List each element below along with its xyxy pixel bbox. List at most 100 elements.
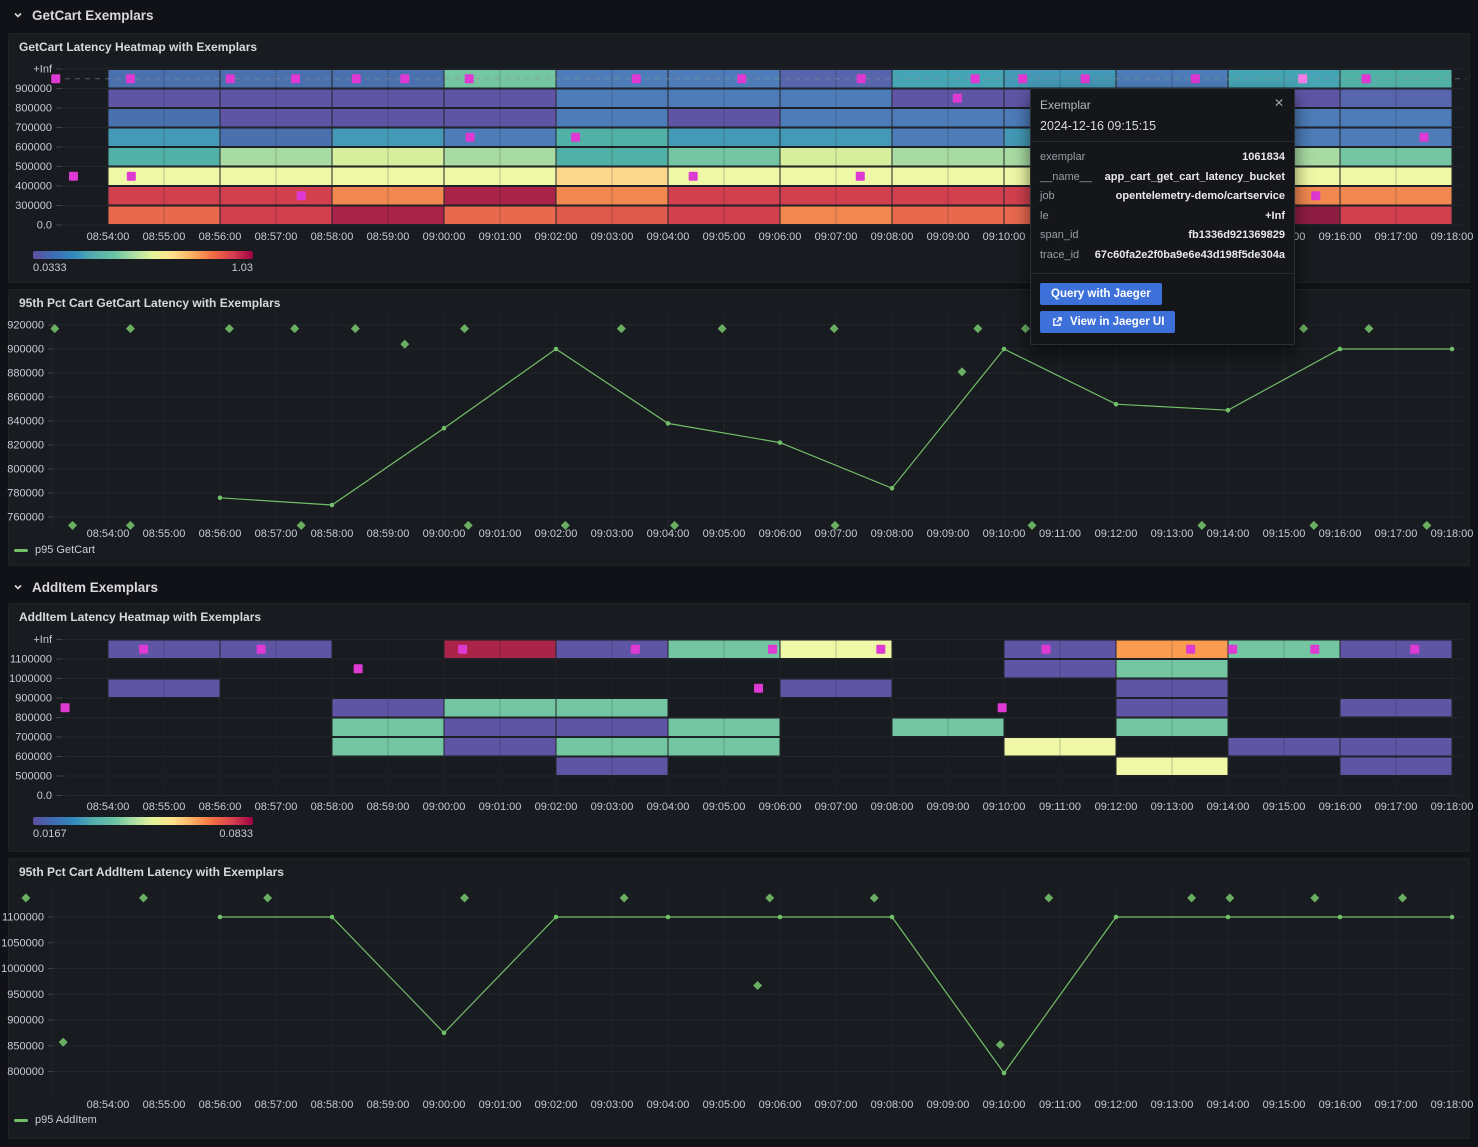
exemplar-marker[interactable]: [352, 74, 361, 83]
exemplar-diamond[interactable]: [765, 893, 774, 902]
exemplar-diamond[interactable]: [263, 893, 272, 902]
exemplar-marker[interactable]: [876, 645, 885, 654]
button-label: Query with Jaeger: [1051, 288, 1151, 300]
data-point[interactable]: [330, 503, 335, 508]
tooltip-row: jobopentelemetry-demo/cartservice: [1040, 187, 1285, 207]
exemplar-marker[interactable]: [754, 684, 763, 693]
legend-p95-getcart[interactable]: p95 GetCart: [14, 544, 95, 556]
data-point[interactable]: [218, 496, 223, 501]
data-point[interactable]: [442, 1031, 447, 1036]
exemplar-marker[interactable]: [354, 664, 363, 673]
query-with-jaeger-button[interactable]: Query with Jaeger: [1040, 283, 1162, 305]
exemplar-diamond[interactable]: [1197, 521, 1206, 530]
exemplar-diamond[interactable]: [620, 893, 629, 902]
exemplar-diamond[interactable]: [68, 521, 77, 530]
exemplar-diamond[interactable]: [297, 521, 306, 530]
data-point[interactable]: [778, 915, 783, 920]
exemplar-marker[interactable]: [257, 645, 266, 654]
exemplar-marker[interactable]: [297, 191, 306, 200]
exemplar-diamond[interactable]: [1309, 521, 1318, 530]
exemplar-diamond[interactable]: [1398, 893, 1407, 902]
exemplar-marker[interactable]: [571, 133, 580, 142]
exemplar-diamond[interactable]: [870, 893, 879, 902]
data-point[interactable]: [890, 486, 895, 491]
exemplar-marker-selected[interactable]: [1298, 74, 1307, 83]
legend-p95-additem[interactable]: p95 AddItem: [14, 1114, 97, 1126]
data-point[interactable]: [554, 915, 559, 920]
exemplar-diamond[interactable]: [1225, 893, 1234, 902]
exemplar-diamond[interactable]: [1187, 893, 1196, 902]
data-point[interactable]: [1114, 402, 1119, 407]
exemplar-marker[interactable]: [689, 172, 698, 181]
exemplar-marker[interactable]: [400, 74, 409, 83]
exemplar-diamond[interactable]: [753, 981, 762, 990]
exemplar-diamond[interactable]: [400, 340, 409, 349]
exemplar-diamond[interactable]: [996, 1040, 1005, 1049]
exemplar-marker[interactable]: [631, 645, 640, 654]
exemplar-diamond[interactable]: [1310, 893, 1319, 902]
data-point[interactable]: [1450, 915, 1455, 920]
exemplar-marker[interactable]: [1310, 645, 1319, 654]
exemplar-marker[interactable]: [61, 703, 70, 712]
exemplar-diamond[interactable]: [1044, 893, 1053, 902]
exemplar-marker[interactable]: [126, 74, 135, 83]
exemplar-marker[interactable]: [1186, 645, 1195, 654]
data-point[interactable]: [1002, 347, 1007, 352]
exemplar-diamond[interactable]: [21, 893, 30, 902]
exemplar-marker[interactable]: [465, 74, 474, 83]
exemplar-marker[interactable]: [291, 74, 300, 83]
exemplar-marker[interactable]: [139, 645, 148, 654]
legend-label[interactable]: p95 GetCart: [35, 544, 95, 556]
exemplar-marker[interactable]: [69, 172, 78, 181]
data-point[interactable]: [666, 915, 671, 920]
exemplar-marker[interactable]: [857, 74, 866, 83]
data-point[interactable]: [1114, 915, 1119, 920]
exemplar-marker[interactable]: [1362, 74, 1371, 83]
exemplar-marker[interactable]: [466, 133, 475, 142]
exemplar-marker[interactable]: [971, 74, 980, 83]
exemplar-marker[interactable]: [1228, 645, 1237, 654]
data-point[interactable]: [1338, 347, 1343, 352]
exemplar-marker[interactable]: [1081, 74, 1090, 83]
data-point[interactable]: [1226, 915, 1231, 920]
data-point[interactable]: [442, 426, 447, 431]
data-point[interactable]: [554, 347, 559, 352]
exemplar-marker[interactable]: [1191, 74, 1200, 83]
exemplar-marker[interactable]: [632, 74, 641, 83]
exemplar-marker[interactable]: [1410, 645, 1419, 654]
data-point[interactable]: [330, 915, 335, 920]
exemplar-marker[interactable]: [1018, 74, 1027, 83]
exemplar-marker[interactable]: [458, 645, 467, 654]
exemplar-marker[interactable]: [737, 74, 746, 83]
svg-text:09:14:00: 09:14:00: [1207, 528, 1250, 540]
exemplar-marker[interactable]: [856, 172, 865, 181]
data-point[interactable]: [1338, 915, 1343, 920]
data-point[interactable]: [1226, 408, 1231, 413]
exemplar-diamond[interactable]: [957, 367, 966, 376]
svg-text:09:10:00: 09:10:00: [983, 231, 1026, 243]
exemplar-marker[interactable]: [51, 74, 60, 83]
data-point[interactable]: [1002, 1071, 1007, 1076]
exemplar-marker[interactable]: [1311, 191, 1320, 200]
data-point[interactable]: [218, 915, 223, 920]
data-point[interactable]: [778, 440, 783, 445]
exemplar-marker[interactable]: [226, 74, 235, 83]
exemplar-marker[interactable]: [998, 703, 1007, 712]
exemplar-marker[interactable]: [127, 172, 136, 181]
data-point[interactable]: [1450, 347, 1455, 352]
exemplar-marker[interactable]: [768, 645, 777, 654]
exemplar-diamond[interactable]: [139, 893, 148, 902]
legend-label[interactable]: p95 AddItem: [35, 1114, 97, 1126]
close-icon[interactable]: ✕: [1272, 96, 1286, 110]
svg-text:09:15:00: 09:15:00: [1263, 528, 1306, 540]
exemplar-marker[interactable]: [1420, 133, 1429, 142]
exemplar-marker[interactable]: [1042, 645, 1051, 654]
data-point[interactable]: [890, 915, 895, 920]
exemplar-diamond[interactable]: [460, 893, 469, 902]
exemplar-marker[interactable]: [953, 94, 962, 103]
svg-text:09:03:00: 09:03:00: [591, 231, 634, 243]
tooltip-row-label: span_id: [1040, 226, 1079, 246]
data-point[interactable]: [666, 421, 671, 426]
exemplar-diamond[interactable]: [1027, 521, 1036, 530]
view-in-jaeger-ui-button[interactable]: View in Jaeger UI: [1040, 311, 1175, 333]
